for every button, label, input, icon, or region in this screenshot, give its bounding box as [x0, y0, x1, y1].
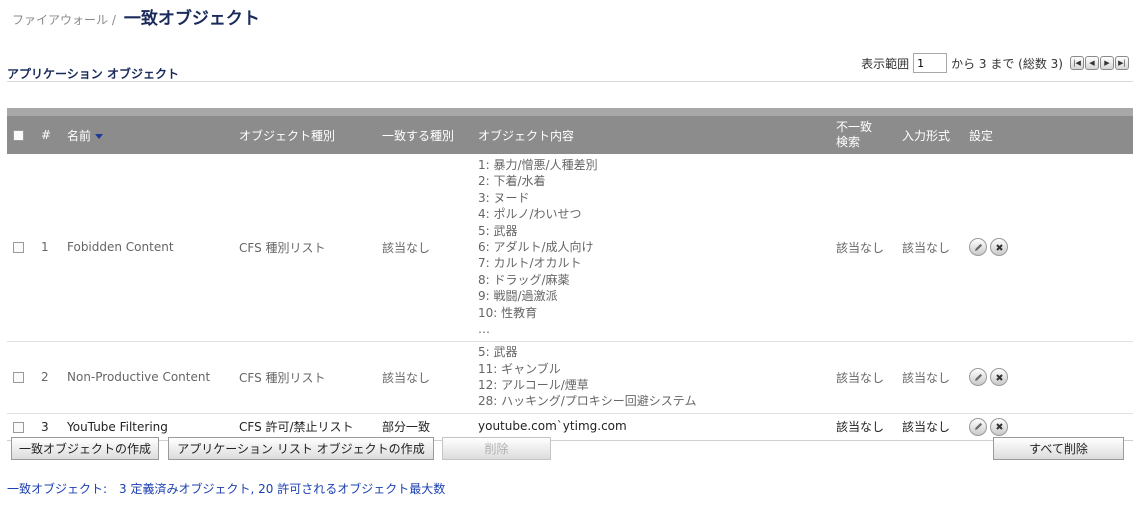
- row-negative-match: 該当なし: [830, 154, 896, 342]
- row-number: 3: [35, 413, 61, 441]
- content-line: 9: 戦闘/過激派: [478, 289, 558, 304]
- header-num: #: [35, 108, 61, 154]
- row-match-type: 該当なし: [376, 341, 472, 414]
- table-row: 3 YouTube Filtering CFS 許可/禁止リスト 部分一致 youtub…: [7, 413, 1133, 441]
- section-divider: [7, 81, 1133, 82]
- pager-range-text: から 3 まで (総数 3): [951, 56, 1063, 71]
- row-negative-match: 該当なし: [830, 341, 896, 414]
- row-actions: [969, 417, 1133, 436]
- header-name-label: 名前: [67, 128, 92, 143]
- select-cell: [7, 154, 35, 342]
- delete-button[interactable]: 削除: [442, 437, 551, 460]
- select-all-cell: [7, 108, 35, 154]
- row-name: Non-Productive Content: [61, 341, 233, 414]
- edit-icon[interactable]: [969, 417, 987, 436]
- delete-icon[interactable]: [990, 417, 1008, 436]
- footer-summary: 一致オブジェクト: 3 定義済みオブジェクト, 20 許可されるオブジェクト最大数: [7, 480, 445, 497]
- delete-all-button[interactable]: すべて削除: [993, 437, 1124, 460]
- delete-icon[interactable]: [990, 238, 1008, 257]
- header-match-type: 一致する種別: [376, 108, 472, 154]
- breadcrumb: ファイアウォール / 一致オブジェクト: [12, 4, 260, 32]
- content-line: 1: 暴力/憎悪/人種差別: [478, 158, 598, 173]
- select-all-checkbox[interactable]: [13, 130, 24, 141]
- row-input-format: 該当なし: [896, 341, 963, 414]
- header-name[interactable]: 名前: [61, 108, 233, 154]
- header-settings: 設定: [963, 108, 1133, 154]
- pager-nav: |◀ ◀ ▶ ▶|: [1070, 56, 1129, 70]
- edit-icon[interactable]: [969, 238, 987, 257]
- edit-icon[interactable]: [969, 368, 987, 386]
- row-checkbox[interactable]: [13, 242, 24, 254]
- content-line: 4: ポルノ/わいせつ: [478, 207, 582, 222]
- content-line: 3: ヌード: [478, 190, 530, 205]
- next-page-icon[interactable]: ▶: [1100, 56, 1114, 70]
- select-cell: [7, 413, 35, 441]
- create-match-object-button[interactable]: 一致オブジェクトの作成: [11, 437, 159, 460]
- content-line: …: [478, 322, 490, 337]
- select-cell: [7, 341, 35, 414]
- table-header-row: # 名前 オブジェクト種別 一致する種別 オブジェクト内容 不一致 検索 入力形…: [7, 108, 1133, 154]
- table-row: 2 Non-Productive Content CFS 種別リスト 該当なし 5: 武…: [7, 341, 1133, 414]
- content-line: 5: 武器: [478, 223, 518, 238]
- table-row: 1 Fobidden Content CFS 種別リスト 該当なし 1: 暴力/憎悪/人…: [7, 154, 1133, 342]
- pager: 表示範囲 から 3 まで (総数 3) |◀ ◀ ▶ ▶|: [861, 53, 1129, 73]
- prev-page-icon[interactable]: ◀: [1085, 56, 1099, 70]
- row-contents: youtube.com`ytimg.com: [472, 413, 830, 441]
- header-input-format: 入力形式: [896, 108, 963, 154]
- row-input-format: 該当なし: [896, 154, 963, 342]
- row-number: 2: [35, 341, 61, 414]
- row-actions: [969, 368, 1133, 386]
- row-negative-match: 該当なし: [830, 413, 896, 441]
- row-checkbox[interactable]: [13, 372, 24, 383]
- header-object-type: オブジェクト種別: [233, 108, 376, 154]
- content-line: 5: 武器: [478, 345, 518, 360]
- page-title: 一致オブジェクト: [123, 9, 260, 29]
- row-checkbox[interactable]: [13, 421, 24, 433]
- row-object-type: CFS 種別リスト: [233, 341, 376, 414]
- row-object-type: CFS 許可/禁止リスト: [233, 413, 376, 441]
- row-match-type: 該当なし: [376, 154, 472, 342]
- row-settings: [963, 413, 1133, 441]
- last-page-icon[interactable]: ▶|: [1115, 56, 1129, 70]
- row-settings: [963, 341, 1133, 414]
- content-line: 6: アダルト/成人向け: [478, 240, 594, 255]
- row-number: 1: [35, 154, 61, 342]
- footer-label: 一致オブジェクト:: [7, 482, 108, 496]
- row-name: Fobidden Content: [61, 154, 233, 342]
- content-line: youtube.com`ytimg.com: [478, 419, 627, 434]
- pager-label: 表示範囲: [861, 56, 910, 71]
- row-contents: 1: 暴力/憎悪/人種差別 2: 下着/水着 3: ヌード 4: ポルノ/わいせつ 5:…: [472, 154, 830, 342]
- section-title: アプリケーション オブジェクト: [7, 67, 179, 81]
- content-line: 11: ギャンブル: [478, 361, 561, 376]
- row-input-format: 該当なし: [896, 413, 963, 441]
- create-app-list-object-button[interactable]: アプリケーション リスト オブジェクトの作成: [168, 437, 434, 460]
- delete-icon[interactable]: [990, 368, 1008, 386]
- content-line: 10: 性教育: [478, 305, 538, 320]
- header-object-contents: オブジェクト内容: [472, 108, 830, 154]
- row-object-type: CFS 種別リスト: [233, 154, 376, 342]
- sort-desc-icon: [95, 133, 104, 139]
- pager-start-input[interactable]: [913, 53, 948, 73]
- header-negative-match: 不一致 検索: [830, 108, 896, 154]
- row-settings: [963, 154, 1133, 342]
- content-line: 28: ハッキング/プロキシー回避システム: [478, 394, 697, 409]
- content-line: 2: 下着/水着: [478, 174, 546, 189]
- row-match-type: 部分一致: [376, 413, 472, 441]
- row-actions: [969, 238, 1133, 257]
- breadcrumb-parent-link[interactable]: ファイアウォール /: [12, 11, 116, 28]
- content-line: 12: アルコール/煙草: [478, 378, 589, 392]
- content-line: 8: ドラッグ/麻薬: [478, 272, 570, 287]
- footer-text: 3 定義済みオブジェクト, 20 許可されるオブジェクト最大数: [119, 482, 446, 496]
- content-line: 7: カルト/オカルト: [478, 256, 582, 271]
- row-name: YouTube Filtering: [61, 413, 233, 441]
- first-page-icon[interactable]: |◀: [1070, 56, 1084, 70]
- match-objects-table: # 名前 オブジェクト種別 一致する種別 オブジェクト内容 不一致 検索 入力形…: [7, 108, 1133, 441]
- row-contents: 5: 武器 11: ギャンブル 12: アルコール/煙草 28: ハッキング/プロキシ…: [472, 341, 830, 414]
